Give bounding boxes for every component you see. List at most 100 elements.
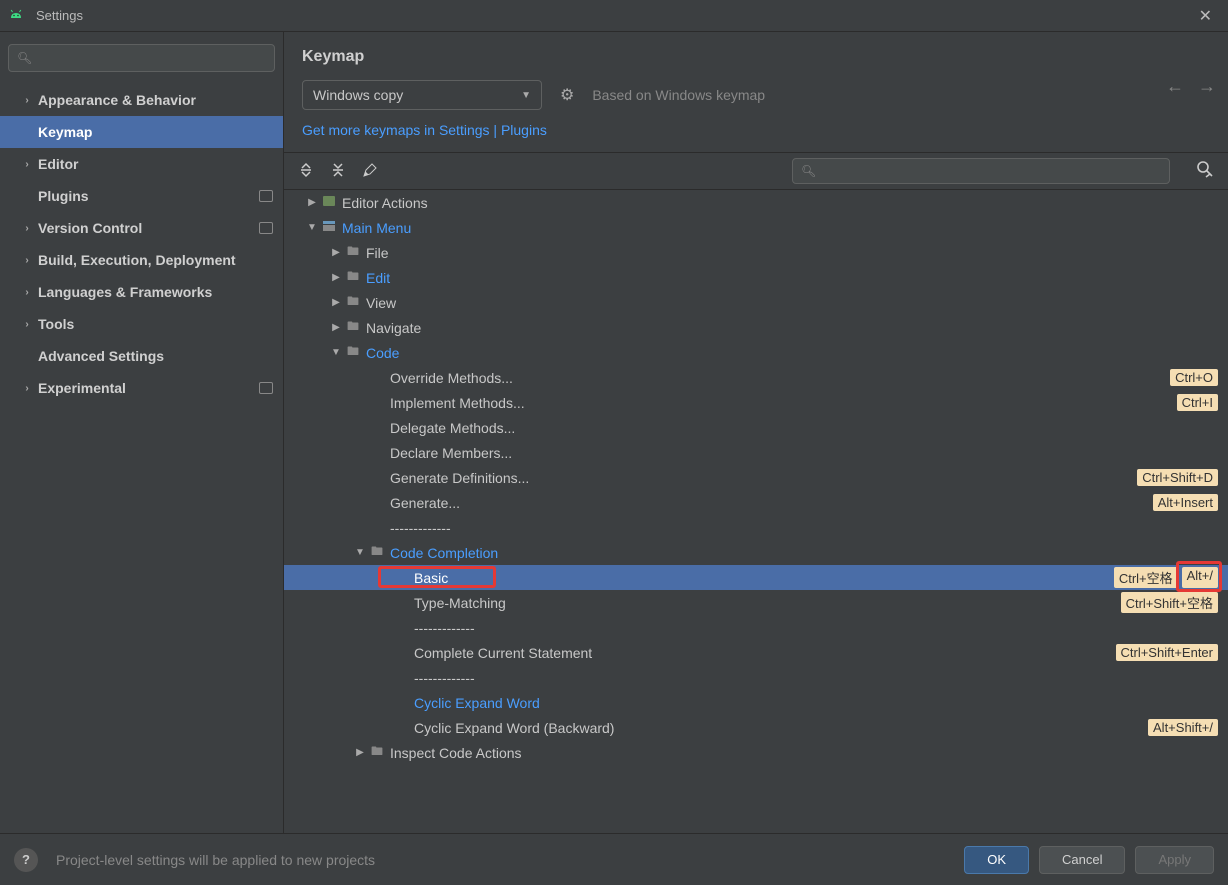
tree-row[interactable]: Type-MatchingCtrl+Shift+空格 bbox=[284, 590, 1228, 615]
tree-row[interactable]: Generate Definitions...Ctrl+Shift+D bbox=[284, 465, 1228, 490]
tree-row[interactable]: ▶🖿File bbox=[284, 240, 1228, 265]
sidebar-item-label: Languages & Frameworks bbox=[38, 284, 273, 300]
sidebar: 🔍︎ › Appearance & Behavior Keymap › Editor Pl… bbox=[0, 32, 284, 833]
apply-button[interactable]: Apply bbox=[1135, 846, 1214, 874]
project-badge-icon bbox=[259, 222, 273, 234]
tree-row[interactable]: ▶🖿Edit bbox=[284, 265, 1228, 290]
tree-item-label: Code Completion bbox=[390, 545, 1218, 561]
keymap-toolbar: 🔍︎ bbox=[284, 152, 1228, 190]
tree-row[interactable]: ------------- bbox=[284, 615, 1228, 640]
sidebar-item-build-execution-deployment[interactable]: › Build, Execution, Deployment bbox=[0, 244, 283, 276]
shortcut-badge: Alt+/ bbox=[1182, 567, 1218, 588]
sidebar-item-experimental[interactable]: › Experimental bbox=[0, 372, 283, 404]
sidebar-item-advanced-settings[interactable]: Advanced Settings bbox=[0, 340, 283, 372]
tree-item-label: ------------- bbox=[414, 670, 1218, 686]
shortcut-badge: Alt+Shift+/ bbox=[1148, 719, 1218, 736]
sidebar-item-keymap[interactable]: Keymap bbox=[0, 116, 283, 148]
folder-icon: 🖿 bbox=[368, 742, 386, 763]
tree-row[interactable]: ▶🖿View bbox=[284, 290, 1228, 315]
ok-button[interactable]: OK bbox=[964, 846, 1029, 874]
close-icon[interactable]: ✕ bbox=[1191, 2, 1220, 30]
action-search-input[interactable]: 🔍︎ bbox=[792, 158, 1170, 184]
chevron-right-icon: › bbox=[20, 319, 34, 330]
tree-row[interactable]: Complete Current StatementCtrl+Shift+Ent… bbox=[284, 640, 1228, 665]
chevron-right-icon: ▶ bbox=[328, 247, 344, 258]
sidebar-item-label: Editor bbox=[38, 156, 273, 172]
action-tree[interactable]: ▶Editor Actions▼Main Menu▶🖿File▶🖿Edit▶🖿V… bbox=[284, 190, 1228, 833]
chevron-right-icon: ▶ bbox=[304, 197, 320, 208]
keymap-select[interactable]: Windows copy ▼ bbox=[302, 80, 542, 110]
chevron-down-icon: ▼ bbox=[521, 90, 531, 101]
tree-item-label: Declare Members... bbox=[390, 445, 1218, 461]
tree-item-label: Cyclic Expand Word (Backward) bbox=[414, 720, 1148, 736]
sidebar-item-label: Experimental bbox=[38, 380, 259, 396]
tree-item-label: Code bbox=[366, 345, 1218, 361]
shortcut-badge: Ctrl+空格 bbox=[1114, 567, 1178, 588]
main-panel: Keymap ← → Windows copy ▼ ⚙ Based on Win… bbox=[284, 32, 1228, 833]
sidebar-item-tools[interactable]: ›Tools bbox=[0, 308, 283, 340]
tree-row[interactable]: Delegate Methods... bbox=[284, 415, 1228, 440]
back-icon[interactable]: ← bbox=[1166, 76, 1184, 97]
tree-row[interactable]: Implement Methods...Ctrl+I bbox=[284, 390, 1228, 415]
sidebar-item-languages-frameworks[interactable]: ›Languages & Frameworks bbox=[0, 276, 283, 308]
chevron-down-icon: ▼ bbox=[328, 347, 344, 358]
tree-item-label: Type-Matching bbox=[414, 595, 1121, 611]
edit-icon[interactable] bbox=[362, 162, 378, 181]
android-logo-icon bbox=[8, 8, 24, 24]
folder-icon: 🖿 bbox=[368, 542, 386, 563]
get-more-keymaps-link[interactable]: Get more keymaps in Settings | Plugins bbox=[302, 122, 547, 138]
tree-row[interactable]: ▼ Main Menu bbox=[284, 215, 1228, 240]
sidebar-item-label: Build, Execution, Deployment bbox=[38, 252, 273, 268]
gear-icon[interactable]: ⚙ bbox=[560, 85, 574, 105]
tree-item-label: View bbox=[366, 295, 1218, 311]
tree-row[interactable]: ------------- bbox=[284, 515, 1228, 540]
chevron-right-icon: › bbox=[20, 95, 34, 106]
tree-row[interactable]: ▶🖿Inspect Code Actions bbox=[284, 740, 1228, 765]
sidebar-item-label: Appearance & Behavior bbox=[38, 92, 273, 108]
tree-row[interactable]: ▼🖿Code bbox=[284, 340, 1228, 365]
tree-item-label: Navigate bbox=[366, 320, 1218, 336]
tree-row[interactable]: Cyclic Expand Word (Backward)Alt+Shift+/ bbox=[284, 715, 1228, 740]
tree-row[interactable]: ▶🖿Navigate bbox=[284, 315, 1228, 340]
chevron-right-icon: › bbox=[20, 223, 34, 234]
find-by-shortcut-icon[interactable] bbox=[1196, 160, 1214, 183]
chevron-right-icon: ▶ bbox=[352, 747, 368, 758]
chevron-down-icon: ▼ bbox=[304, 222, 320, 233]
tree-row[interactable]: ▶Editor Actions bbox=[284, 190, 1228, 215]
window-title: Settings bbox=[36, 8, 83, 23]
tree-row[interactable]: Generate...Alt+Insert bbox=[284, 490, 1228, 515]
sidebar-item-label: Advanced Settings bbox=[38, 348, 273, 364]
folder-icon: 🖿 bbox=[344, 242, 362, 263]
shortcut-badge: Ctrl+Shift+Enter bbox=[1116, 644, 1219, 661]
forward-icon[interactable]: → bbox=[1198, 76, 1216, 97]
tree-row[interactable]: Declare Members... bbox=[284, 440, 1228, 465]
tree-row[interactable]: ▼🖿Code Completion bbox=[284, 540, 1228, 565]
cancel-button[interactable]: Cancel bbox=[1039, 846, 1125, 874]
chevron-right-icon: › bbox=[20, 255, 34, 266]
sidebar-item-version-control[interactable]: ›Version Control bbox=[0, 212, 283, 244]
tree-item-label: Main Menu bbox=[342, 220, 1218, 236]
project-badge-icon bbox=[259, 382, 273, 394]
help-icon[interactable]: ? bbox=[14, 848, 38, 872]
chevron-right-icon: › bbox=[20, 159, 34, 170]
tree-row[interactable]: BasicCtrl+空格Alt+/ bbox=[284, 565, 1228, 590]
folder-icon: 🖿 bbox=[344, 292, 362, 313]
shortcut-badge: Ctrl+Shift+D bbox=[1137, 469, 1218, 486]
sidebar-item-appearance-behavior[interactable]: › Appearance & Behavior bbox=[0, 84, 283, 116]
expand-all-icon[interactable] bbox=[298, 162, 314, 181]
sidebar-search-input[interactable]: 🔍︎ bbox=[8, 44, 275, 72]
sidebar-item-editor[interactable]: › Editor bbox=[0, 148, 283, 180]
tree-row[interactable]: Cyclic Expand Word bbox=[284, 690, 1228, 715]
tree-row[interactable]: Override Methods...Ctrl+O bbox=[284, 365, 1228, 390]
tree-item-label: Delegate Methods... bbox=[390, 420, 1218, 436]
collapse-all-icon[interactable] bbox=[330, 162, 346, 181]
titlebar: Settings ✕ bbox=[0, 0, 1228, 32]
tree-item-label: Generate Definitions... bbox=[390, 470, 1137, 486]
sidebar-item-label: Keymap bbox=[38, 124, 273, 140]
sidebar-item-label: Plugins bbox=[38, 188, 259, 204]
chevron-right-icon: ▶ bbox=[328, 322, 344, 333]
sidebar-item-plugins[interactable]: Plugins bbox=[0, 180, 283, 212]
tree-row[interactable]: ------------- bbox=[284, 665, 1228, 690]
chevron-right-icon: › bbox=[20, 383, 34, 394]
search-icon: 🔍︎ bbox=[17, 51, 32, 65]
